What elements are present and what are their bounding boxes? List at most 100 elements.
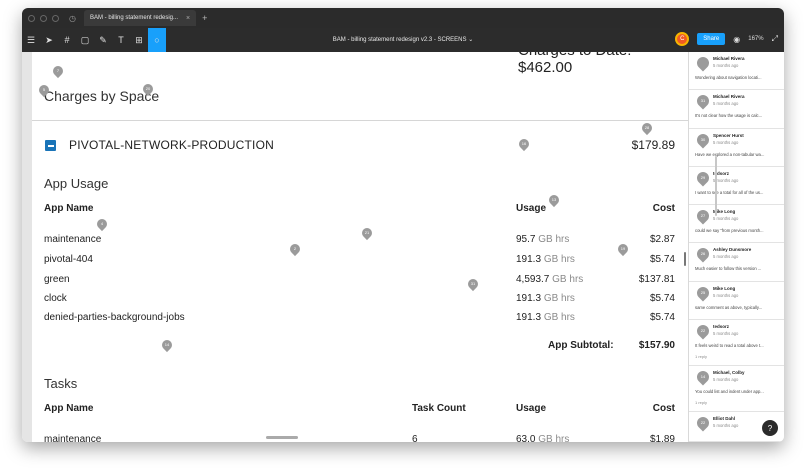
comment-pin-icon: 22: [694, 414, 712, 432]
comment-author: Ashley Dunsmore: [713, 247, 752, 252]
comment-text: You could list and indent under app...: [695, 389, 764, 394]
pin-number: 29: [700, 175, 706, 180]
usage-value: 95.7 GB hrs: [516, 234, 569, 245]
comment-item[interactable]: 31 Michael Rivera 5 months ago It's not …: [689, 90, 784, 129]
menu-icon[interactable]: ☰: [22, 28, 40, 52]
comment-pin-icon: 31: [694, 92, 712, 110]
eye-icon[interactable]: ◉: [733, 35, 740, 44]
comment-item[interactable]: 14 Michael, Colby 5 months ago You could…: [689, 366, 784, 412]
minimize-window-button[interactable]: [40, 14, 47, 22]
comment-pin[interactable]: 16: [516, 136, 532, 152]
shape-icon[interactable]: ▢: [76, 28, 94, 52]
charges-to-date: Charges to Date: $462.00: [518, 52, 631, 76]
usage-value: 191.3 GB hrs: [516, 293, 575, 304]
app-name: maintenance: [44, 234, 102, 245]
pin-number: 14: [164, 342, 170, 347]
document-title-text[interactable]: BAM - billing statement redesign v2.3 - …: [333, 37, 467, 43]
move-icon[interactable]: ➤: [40, 28, 58, 52]
comment-pin-icon: 14: [694, 368, 712, 386]
usage-number: 4,593.7: [516, 274, 550, 285]
tab-close-icon[interactable]: ×: [186, 15, 190, 22]
comment-pin[interactable]: 7: [50, 63, 66, 79]
text-icon[interactable]: T: [112, 28, 130, 52]
comment-pin[interactable]: 28: [639, 120, 655, 136]
app-subtotal-label: App Subtotal:: [548, 340, 614, 351]
app-name: pivotal-404: [44, 254, 93, 265]
divider: [32, 120, 688, 121]
comment-item[interactable]: 29 tedsorz 5 months ago I want to see a …: [689, 167, 784, 205]
usage-value: 4,593.7 GB hrs: [516, 274, 583, 285]
comment-item[interactable]: 25 Mike Long 5 months ago same comment a…: [689, 282, 784, 320]
cost-value: $2.87: [649, 234, 675, 245]
comment-pin[interactable]: 5: [36, 82, 52, 98]
cost-value: $5.74: [649, 254, 675, 265]
comment-icon[interactable]: ○: [148, 28, 166, 52]
comment-text: Wondering about navigation locati...: [695, 75, 762, 80]
comment-author: Michael Rivera: [713, 94, 745, 99]
comment-author: Mike Long: [713, 286, 736, 291]
comment-pin[interactable]: 14: [159, 337, 175, 353]
help-button[interactable]: ?: [762, 420, 778, 436]
comment-item[interactable]: Michael Rivera 5 months ago Wondering ab…: [689, 52, 784, 90]
reply-count[interactable]: 1 reply: [695, 400, 707, 405]
comment-item[interactable]: 22 tedsorz 5 months ago It feels weird t…: [689, 320, 784, 366]
tab-title: BAM - billing statement redesig...: [89, 15, 179, 21]
pen-icon[interactable]: ✎: [94, 28, 112, 52]
task-cost: $1.89: [649, 434, 675, 442]
zoom-level[interactable]: 167%: [748, 36, 763, 42]
maximize-window-button[interactable]: [52, 14, 59, 22]
comment-pin[interactable]: 21: [359, 225, 375, 241]
comment-time: 5 months ago: [713, 254, 739, 259]
pin-number: 16: [521, 141, 527, 146]
comments-scrollbar[interactable]: [715, 156, 717, 216]
home-icon[interactable]: ◷: [69, 14, 76, 23]
vertical-scrollbar[interactable]: [684, 252, 686, 266]
app-usage-heading: App Usage: [44, 176, 109, 191]
usage-unit: GB hrs: [538, 434, 570, 442]
comment-pin[interactable]: 20: [140, 81, 156, 97]
col-cost: Cost: [652, 203, 675, 214]
frame-icon[interactable]: #: [58, 28, 76, 52]
comment-text: I want to see a total for all of the us.…: [695, 190, 764, 195]
pin-number: 19: [620, 246, 626, 251]
new-tab-button[interactable]: +: [202, 13, 207, 23]
cost-value: $137.81: [638, 274, 675, 285]
pin-number: 21: [364, 230, 370, 235]
close-window-button[interactable]: [28, 14, 35, 22]
pin-number: 31: [700, 98, 706, 103]
pin-number: 30: [700, 137, 706, 142]
reply-count[interactable]: 1 reply: [695, 354, 707, 359]
chevron-down-icon[interactable]: ⌄: [468, 37, 473, 43]
usage-value: 191.3 GB hrs: [516, 312, 575, 323]
comment-pin[interactable]: 2: [287, 241, 303, 257]
share-button[interactable]: Share: [697, 33, 726, 45]
pin-number: 13: [551, 197, 557, 202]
avatar[interactable]: C: [675, 32, 690, 46]
comment-pin-icon: 30: [694, 131, 712, 149]
comment-pin-icon: 25: [694, 284, 712, 302]
pin-number: 2: [293, 246, 297, 251]
collapse-space-button[interactable]: [45, 140, 56, 151]
comment-item[interactable]: 27 Mike Long 5 months ago could we say "…: [689, 205, 784, 243]
comment-pin[interactable]: 13: [546, 192, 562, 208]
comment-time: 5 months ago: [713, 331, 739, 336]
comment-pin[interactable]: 31: [465, 276, 481, 292]
comment-text: It feels weird to read a total above t..…: [695, 343, 764, 348]
comment-time: 5 months ago: [713, 140, 739, 145]
present-icon[interactable]: ⤢: [772, 34, 778, 44]
comment-pin[interactable]: 19: [615, 241, 631, 257]
component-icon[interactable]: ⊞: [130, 28, 148, 52]
comment-author: Elliot Dahl: [713, 416, 736, 421]
comment-item[interactable]: 30 Spencer Hurst 5 months ago Have we ex…: [689, 129, 784, 167]
usage-unit: GB hrs: [543, 254, 575, 265]
design-canvas[interactable]: Charges to Date: $462.00 Charges by Spac…: [22, 52, 688, 442]
pin-number: 31: [470, 281, 476, 286]
comment-text: could we say "from previous month...: [695, 228, 764, 233]
task-count: 6: [412, 434, 418, 442]
browser-tab[interactable]: BAM - billing statement redesig... ×: [83, 10, 197, 26]
comment-item[interactable]: 26 Ashley Dunsmore 5 months ago Much eas…: [689, 243, 784, 282]
comment-pin[interactable]: 4: [94, 216, 110, 232]
comment-pin-icon: 27: [694, 207, 712, 225]
horizontal-scrollbar[interactable]: [266, 436, 298, 439]
usage-unit: GB hrs: [543, 312, 575, 323]
